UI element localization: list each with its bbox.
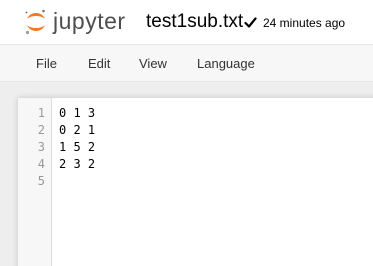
line-number: 5: [37, 174, 45, 188]
line-number-gutter: 1 2 3 4 5: [18, 98, 52, 266]
menu-file[interactable]: File: [36, 56, 57, 72]
last-modified-indicator: 24 minutes ago: [263, 16, 346, 30]
line-number: 4: [37, 157, 45, 171]
code-editor[interactable]: 1 2 3 4 5 0 1 3 0 2 1 1 5 2 2 3 2: [18, 98, 373, 266]
line-number: 3: [37, 140, 45, 154]
code-line[interactable]: 2 3 2: [59, 156, 95, 173]
menu-edit[interactable]: Edit: [88, 56, 110, 72]
filename-title[interactable]: test1sub.txt: [146, 10, 243, 34]
line-number: 2: [37, 123, 45, 137]
code-line[interactable]: 0 1 3: [59, 105, 95, 122]
checkmark-icon: [244, 17, 257, 28]
code-line[interactable]: 1 5 2: [59, 139, 95, 156]
text-editor-page: jupyter test1sub.txt 24 minutes ago File…: [0, 0, 373, 266]
line-number: 1: [37, 106, 45, 120]
code-line[interactable]: [59, 173, 95, 190]
line-numbers: 1 2 3 4 5: [18, 105, 45, 190]
jupyter-logo-text[interactable]: jupyter: [53, 7, 126, 35]
code-line[interactable]: 0 2 1: [59, 122, 95, 139]
menubar: File Edit View Language: [0, 44, 373, 82]
code-lines[interactable]: 0 1 3 0 2 1 1 5 2 2 3 2: [59, 105, 95, 190]
menu-language[interactable]: Language: [197, 56, 255, 72]
jupyter-logo-icon[interactable]: [24, 8, 48, 36]
header: jupyter test1sub.txt 24 minutes ago: [0, 0, 373, 44]
menu-view[interactable]: View: [139, 56, 167, 72]
